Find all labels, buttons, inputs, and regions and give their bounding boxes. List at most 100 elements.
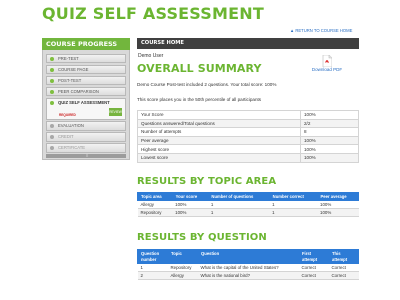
- grip-icon: ≡: [86, 153, 89, 158]
- summary-label: Highest score: [137, 144, 301, 154]
- pending-status-icon: [50, 146, 54, 150]
- table-cell: 100%: [317, 200, 359, 209]
- table-cell: What is the national bird?: [197, 271, 299, 280]
- review-button[interactable]: REVIEW: [109, 107, 122, 116]
- sidebar-item-evaluation[interactable]: EVALUATION: [46, 121, 126, 131]
- percentile-text: This score places you in the 50th percen…: [137, 97, 262, 102]
- summary-label: Number of attempts: [137, 127, 301, 137]
- table-cell: 1: [207, 200, 270, 209]
- sidebar-item-peer-comparison[interactable]: PEER COMPARISON: [46, 86, 126, 96]
- summary-label: Lowest score: [137, 152, 301, 163]
- summary-table: Your Score 100% Questions answered/Total…: [137, 110, 359, 163]
- arrow-up-icon: ▲: [290, 28, 295, 33]
- sidebar-item-label: QUIZ SELF ASSESSMENT: [58, 99, 110, 105]
- summary-label: Peer average: [137, 135, 301, 146]
- table-cell: 100%: [172, 200, 208, 209]
- column-header: Topic: [167, 249, 198, 264]
- download-pdf-link[interactable]: Download PDF: [307, 54, 347, 72]
- table-header-row: Topic area Your score Number of question…: [137, 192, 360, 201]
- sidebar-item-post-test[interactable]: POST-TEST: [46, 75, 126, 85]
- summary-value: 8: [300, 127, 359, 137]
- summary-value: 2/2: [300, 118, 359, 129]
- column-header: Question: [197, 249, 299, 264]
- required-badge: REQUIRED: [59, 112, 76, 117]
- course-home-bar: COURSE HOME: [137, 38, 359, 49]
- summary-label: Your Score: [137, 110, 301, 120]
- table-cell: 100%: [172, 208, 208, 217]
- sidebar-title: COURSE PROGRESS: [42, 38, 130, 50]
- table-cell: What is the capital of the United States…: [197, 263, 299, 272]
- table-cell: 1: [269, 200, 318, 209]
- table-row: 1 Repository What is the capital of the …: [137, 263, 359, 272]
- column-header: First attempt: [298, 249, 329, 264]
- column-header: Your score: [171, 192, 209, 201]
- table-row: Allergy 100% 1 1 100%: [137, 200, 359, 209]
- table-cell: 2: [137, 271, 168, 280]
- sidebar-item-quiz-self-assessment[interactable]: QUIZ SELF ASSESSMENT REQUIRED REVIEW: [46, 97, 126, 120]
- table-row: Number of attempts 8: [137, 127, 359, 137]
- return-link-label: RETURN TO COURSE HOME: [295, 28, 353, 33]
- complete-status-icon: [50, 78, 54, 83]
- pdf-file-icon: [322, 54, 333, 68]
- table-cell: Allergy: [167, 271, 198, 280]
- summary-value: 100%: [300, 135, 359, 146]
- summary-label: Questions answered/Total questions: [137, 118, 301, 129]
- table-cell: Allergy: [137, 200, 173, 209]
- table-header-row: Question number Topic Question First att…: [137, 249, 359, 264]
- pending-status-icon: [50, 135, 54, 139]
- complete-status-icon: [50, 56, 54, 61]
- topic-results-heading: RESULTS BY TOPIC AREA: [137, 176, 277, 187]
- summary-value: 100%: [300, 144, 359, 154]
- sidebar-item-credit[interactable]: CREDIT: [46, 132, 126, 142]
- user-name: Demo User: [138, 53, 164, 59]
- table-cell: Repository: [137, 208, 173, 217]
- complete-status-icon: [50, 89, 54, 94]
- column-header: Peer average: [316, 192, 360, 201]
- sidebar-item-certificate[interactable]: CERTIFICATE: [46, 143, 126, 153]
- sidebar-item-course-page[interactable]: COURSE PAGE: [46, 64, 126, 74]
- table-row: Lowest score 100%: [137, 152, 359, 163]
- course-progress-sidebar: COURSE PROGRESS PRE-TEST COURSE PAGE POS…: [42, 38, 130, 160]
- table-cell: 100%: [317, 208, 359, 217]
- download-pdf-label: Download PDF: [311, 67, 343, 72]
- pending-status-icon: [50, 124, 54, 128]
- sidebar-item-label: EVALUATION: [58, 123, 84, 128]
- topic-results-table: Topic area Your score Number of question…: [137, 192, 360, 217]
- column-header: Number correct: [268, 192, 318, 201]
- table-cell: Repository: [167, 263, 198, 272]
- table-row: Highest score 100%: [137, 144, 359, 154]
- column-header: Topic area: [137, 192, 173, 201]
- page-title: QUIZ SELF ASSESSMENT: [42, 4, 264, 23]
- table-row: Repository 100% 1 1 100%: [137, 208, 359, 217]
- complete-status-icon: [50, 67, 54, 72]
- table-cell: Correct: [298, 263, 329, 272]
- sidebar-item-label: CREDIT: [58, 134, 74, 139]
- sidebar-body: PRE-TEST COURSE PAGE POST-TEST PEER COMP…: [42, 50, 130, 160]
- column-header: Number of questions: [207, 192, 270, 201]
- sidebar-item-pre-test[interactable]: PRE-TEST: [46, 53, 126, 63]
- overall-summary-heading: OVERALL SUMMARY: [137, 62, 262, 75]
- table-row: Peer average 100%: [137, 135, 359, 146]
- main-content: COURSE HOME Demo User OVERALL SUMMARY Do…: [137, 38, 360, 280]
- table-cell: 1: [269, 208, 318, 217]
- table-cell: Correct: [298, 271, 329, 280]
- sidebar-item-label: CERTIFICATE: [58, 145, 86, 150]
- table-cell: 1: [207, 208, 270, 217]
- table-cell: Correct: [328, 271, 359, 280]
- table-cell: Correct: [328, 263, 359, 272]
- summary-value: 100%: [300, 152, 359, 163]
- complete-status-icon: [50, 100, 54, 105]
- table-row: Your Score 100%: [137, 110, 359, 120]
- return-to-course-home-link[interactable]: ▲ RETURN TO COURSE HOME: [290, 28, 352, 33]
- summary-text: Demo Course Post-test included 2 questio…: [137, 82, 277, 87]
- question-results-heading: RESULTS BY QUESTION: [137, 232, 267, 243]
- sidebar-item-label: PEER COMPARISON: [58, 88, 99, 94]
- sidebar-item-label: POST-TEST: [58, 77, 82, 83]
- column-header: This attempt: [328, 249, 359, 264]
- sidebar-collapse-handle[interactable]: ≡: [46, 154, 126, 158]
- sidebar-item-label: PRE-TEST: [58, 55, 79, 61]
- table-row: 2 Allergy What is the national bird? Cor…: [137, 271, 359, 280]
- column-header: Question number: [137, 249, 168, 264]
- sidebar-item-label: COURSE PAGE: [58, 66, 89, 72]
- summary-value: 100%: [300, 110, 359, 120]
